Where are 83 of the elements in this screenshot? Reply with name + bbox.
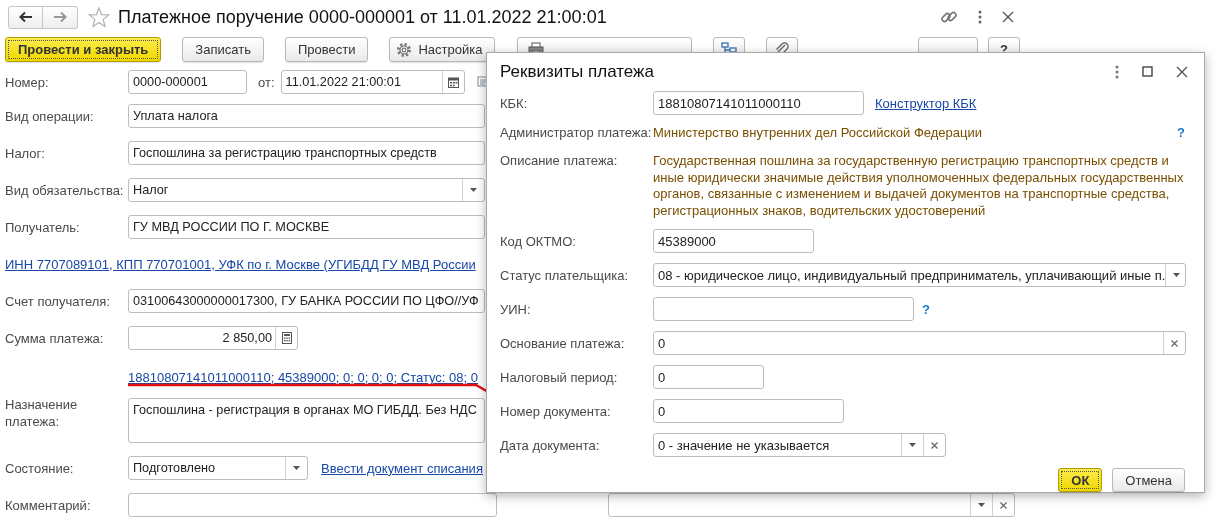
close-button[interactable] [1176, 65, 1188, 78]
field-label: от: [258, 74, 275, 90]
menu-button[interactable] [1115, 64, 1119, 79]
dialog-title: Реквизиты платежа [500, 61, 655, 82]
amount-field[interactable]: 2 850,00 [128, 326, 298, 350]
dropdown-field[interactable]: 0 - значение не указывается [653, 433, 946, 457]
create-writeoff-link[interactable]: Ввести документ списания [321, 460, 483, 476]
more-icon [1115, 64, 1119, 79]
field-label: Назначение платежа: [5, 396, 79, 430]
text-field[interactable] [653, 297, 914, 321]
caret-icon [1173, 273, 1181, 277]
field-label: Налог: [5, 145, 46, 161]
field-label: Вид операции: [5, 108, 95, 124]
comment-field[interactable] [128, 493, 497, 517]
field-label: Вид обязательства: [5, 182, 125, 198]
arrow-left-icon [18, 11, 33, 23]
field-label: Получатель: [5, 219, 81, 235]
info-text: Государственная пошлина за государственную регистрацию транспортных средств и иные юридически значимые действия уполномоченных федеральных государственных органов, связанные с изменением и выдачей документов на транспортные средства, регистрационных знаков, водительских удостоверений [653, 153, 1185, 219]
field-label: КБК: [500, 95, 529, 111]
field-label: Счет получателя: [5, 293, 111, 309]
gear-icon [396, 41, 413, 58]
dropdown-field[interactable]: Налог [128, 178, 485, 202]
arrow-right-icon [53, 11, 67, 23]
close-icon [1002, 11, 1014, 23]
kbk-builder-link[interactable]: Конструктор КБК [875, 95, 977, 111]
maximize-icon [1142, 66, 1153, 77]
clear-icon [1000, 501, 1007, 509]
toolbar-button[interactable]: Провести [284, 37, 369, 62]
caret-icon [978, 503, 985, 507]
clear-icon [1171, 339, 1178, 347]
calendar-icon [447, 76, 459, 88]
caret-icon [470, 188, 477, 192]
help-link[interactable]: ? [922, 301, 930, 317]
date-field[interactable]: 11.01.2022 21:00:01 [280, 70, 465, 94]
caret-icon [909, 443, 916, 447]
field-label: Дата документа: [500, 437, 601, 453]
text-field[interactable]: ГУ МВД РОССИИ ПО Г. МОСКВЕ [128, 215, 485, 239]
settings-button[interactable]: Настройка [389, 37, 496, 62]
close-icon [1176, 65, 1188, 78]
menu-button[interactable] [978, 10, 982, 24]
more-icon [978, 10, 982, 24]
close-button[interactable] [1002, 11, 1014, 23]
toolbar-button[interactable]: Записать [182, 37, 264, 62]
field-label: Статус плательщика: [500, 267, 629, 283]
ok-button[interactable]: ОК [1058, 468, 1103, 492]
field-label: Администратор платежа: [500, 125, 653, 140]
star-icon [88, 6, 110, 28]
dropdown-field[interactable]: 08 - юридическое лицо, индивидуальный предприниматель, уплачивающий иные п. [653, 263, 1186, 287]
maximize-button[interactable] [1142, 66, 1153, 77]
field-label: Код ОКТМО: [500, 233, 577, 249]
number-field[interactable]: 0000-000001 [128, 70, 247, 94]
text-field[interactable]: 0 [653, 399, 844, 423]
text-field[interactable]: Госпошлина за регистрацию транспортных средств [128, 141, 485, 165]
field-label: Основание платежа: [500, 335, 626, 351]
info-text: Министерство внутренних дел Российской Федерации [653, 125, 983, 142]
text-field[interactable]: Уплата налога [128, 104, 485, 128]
text-field[interactable]: 03100643000000017300, ГУ БАНКА РОССИИ ПО ЦФО//УФ [128, 289, 485, 313]
text-field[interactable]: 0 [653, 365, 764, 389]
field-label: УИН: [500, 301, 532, 317]
field-label: Номер: [5, 74, 50, 90]
text-field[interactable]: 45389000 [653, 229, 814, 253]
text-field[interactable]: 18810807141011000110 [653, 91, 864, 115]
calculator-icon [281, 332, 292, 344]
favorite-star[interactable] [88, 6, 110, 28]
clear-icon [931, 441, 938, 449]
caret-icon [293, 466, 300, 470]
help-link[interactable]: ? [1177, 125, 1185, 140]
memo-field[interactable]: Госпошлина - регистрация в органах МО ГИБДД. Без НДС [128, 398, 485, 443]
post-and-close-button[interactable]: Провести и закрыть [5, 37, 162, 62]
text-field[interactable]: 0 [653, 331, 1186, 355]
field-label: Сумма платежа: [5, 330, 105, 346]
cancel-button[interactable]: Отмена [1112, 468, 1185, 492]
field-label: Налоговый период: [500, 369, 619, 385]
field-label: Состояние: [5, 460, 75, 476]
field-label: Комментарий: [5, 497, 92, 513]
payment-details-link[interactable]: 18810807141011000110; 45389000; 0; 0; 0; 0; Статус: 08; 0 [128, 370, 478, 385]
field-label: Описание платежа: [500, 153, 619, 168]
field-label: Номер документа: [500, 403, 612, 419]
dropdown-field[interactable] [608, 493, 1015, 517]
recipient-link[interactable]: ИНН 7707089101, КПП 770701001, УФК по г. Москве (УГИБДД ГУ МВД России [5, 256, 476, 272]
window-title: Платежное поручение 0000-000001 от 11.01.2022 21:00:01 [118, 6, 607, 28]
dropdown-field[interactable]: Подготовлено [128, 456, 308, 480]
back-button[interactable] [8, 5, 43, 29]
